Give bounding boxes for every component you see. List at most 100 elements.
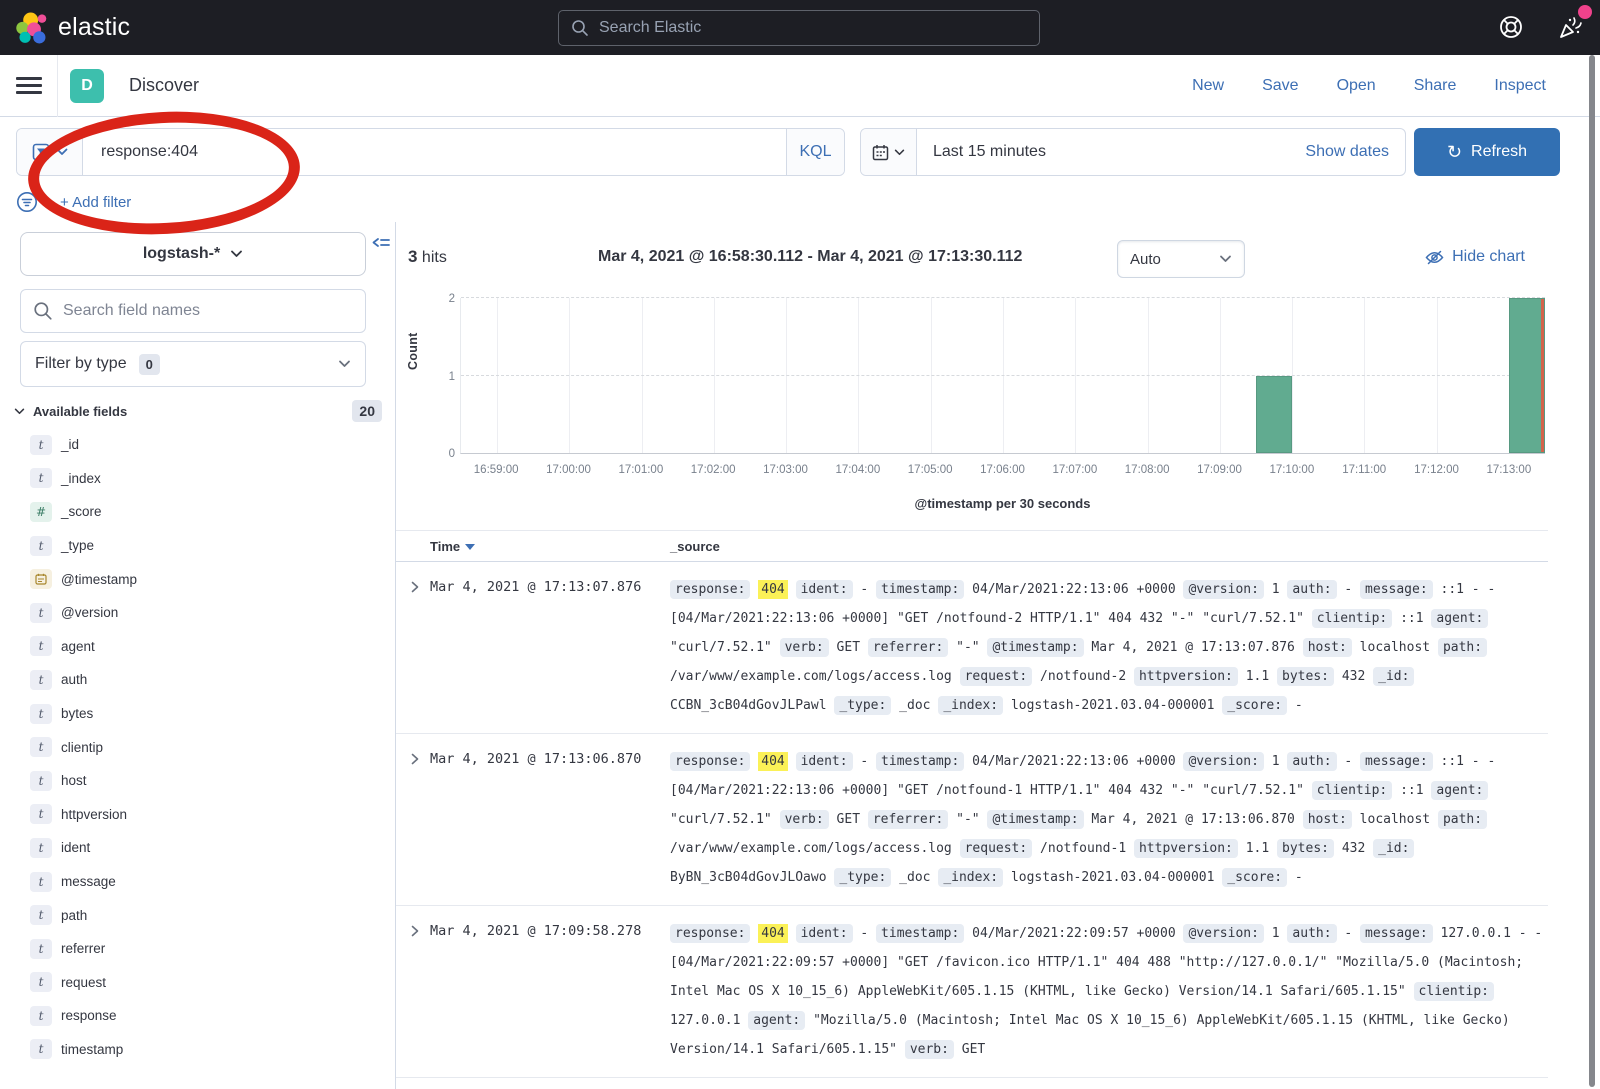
field-item-_score[interactable]: #_score <box>0 495 396 529</box>
field-item-ident[interactable]: tident <box>0 831 396 865</box>
field-item-bytes[interactable]: tbytes <box>0 697 396 731</box>
field-value: /var/www/example.com/logs/access.log <box>670 669 952 684</box>
interval-select[interactable]: Auto <box>1117 240 1245 278</box>
field-item-@timestamp[interactable]: @timestamp <box>0 562 396 596</box>
histogram-bar-17:13:00[interactable] <box>1509 298 1545 453</box>
field-value: "curl/7.52.1" <box>670 640 772 655</box>
field-item-_id[interactable]: t_id <box>0 428 396 462</box>
field-pill: response: <box>670 752 750 771</box>
nav-open-button[interactable]: Open <box>1337 77 1376 95</box>
field-name: httpversion <box>61 807 127 822</box>
field-pill: response: <box>670 924 750 943</box>
field-pill: request: <box>960 839 1033 858</box>
field-item-_index[interactable]: t_index <box>0 462 396 496</box>
field-pill: path: <box>1438 638 1487 657</box>
field-item-message[interactable]: tmessage <box>0 865 396 899</box>
field-value: logstash-2021.03.04-000001 <box>1011 870 1215 885</box>
chevron-down-icon <box>338 360 351 368</box>
field-item-host[interactable]: thost <box>0 764 396 798</box>
global-header: elastic <box>0 0 1600 55</box>
field-list: t_idt_index#_scoret_type@timestampt@vers… <box>0 428 396 1089</box>
field-item-referrer[interactable]: treferrer <box>0 932 396 966</box>
field-pill: clientip: <box>1414 982 1494 1001</box>
time-column-header[interactable]: Time <box>430 539 670 554</box>
field-search-input[interactable] <box>63 302 353 320</box>
expand-row-button[interactable] <box>396 747 430 892</box>
expand-row-button[interactable] <box>396 919 430 1064</box>
nav-inspect-button[interactable]: Inspect <box>1494 77 1546 95</box>
field-item-response[interactable]: tresponse <box>0 999 396 1033</box>
fields-sidebar: logstash-* Filter by type 0 Available fi… <box>0 222 396 1089</box>
available-fields-toggle[interactable]: Available fields 20 <box>14 400 382 422</box>
chart-plot: 012 <box>460 298 1545 454</box>
field-type-icon: t <box>30 1039 52 1059</box>
field-value: 04/Mar/2021:22:09:57 +0000 <box>972 926 1176 941</box>
field-search[interactable] <box>20 289 366 333</box>
chart-vgridline <box>1003 298 1004 453</box>
field-item-_type[interactable]: t_type <box>0 529 396 563</box>
field-item-@version[interactable]: t@version <box>0 596 396 630</box>
saved-query-menu-button[interactable] <box>17 129 83 175</box>
field-type-icon: t <box>30 1006 52 1026</box>
elastic-logo-icon <box>16 12 48 44</box>
field-value: 432 <box>1342 841 1365 856</box>
help-icon[interactable] <box>1498 14 1524 40</box>
x-tick-label: 17:06:00 <box>980 464 1025 476</box>
field-value: _doc <box>899 870 930 885</box>
filter-by-type-dropdown[interactable]: Filter by type 0 <box>20 341 366 387</box>
refresh-button[interactable]: ↻ Refresh <box>1414 128 1560 176</box>
hide-chart-button[interactable]: Hide chart <box>1425 248 1525 266</box>
field-value: /notfound-1 <box>1040 841 1126 856</box>
field-item-timestamp[interactable]: ttimestamp <box>0 1033 396 1067</box>
chart-vgridline <box>1220 298 1221 453</box>
chevron-right-icon <box>408 924 422 938</box>
calendar-icon <box>30 569 52 589</box>
field-value: GET <box>837 812 860 827</box>
field-type-icon: t <box>30 804 52 824</box>
field-item-clientip[interactable]: tclientip <box>0 730 396 764</box>
menu-icon[interactable] <box>16 73 42 98</box>
x-tick-label: 17:10:00 <box>1269 464 1314 476</box>
field-pill: auth: <box>1287 580 1336 599</box>
kql-syntax-button[interactable]: KQL <box>786 129 844 175</box>
field-value: ::1 <box>1400 783 1423 798</box>
notification-badge <box>1578 5 1592 19</box>
add-filter-button[interactable]: + Add filter <box>60 194 131 211</box>
chart-vgridline <box>1437 298 1438 453</box>
field-pill: httpversion: <box>1134 839 1238 858</box>
expand-row-button[interactable] <box>396 575 430 720</box>
field-item-httpversion[interactable]: t httpversion <box>0 798 396 832</box>
field-pill: _id: <box>1373 667 1414 686</box>
index-pattern-selector[interactable]: logstash-* <box>20 232 366 276</box>
histogram-bar-17:09:30[interactable] <box>1256 376 1292 454</box>
field-value: 1 <box>1272 582 1280 597</box>
field-pill: _score: <box>1222 868 1287 887</box>
field-pill: auth: <box>1287 924 1336 943</box>
nav-share-button[interactable]: Share <box>1414 77 1457 95</box>
news-feed-icon[interactable] <box>1556 14 1584 42</box>
field-item-auth[interactable]: tauth <box>0 663 396 697</box>
field-item-request[interactable]: trequest <box>0 966 396 1000</box>
chevron-down-icon <box>1219 255 1232 263</box>
global-search[interactable] <box>558 10 1040 46</box>
chevron-down-icon <box>14 408 25 415</box>
vertical-scrollbar[interactable] <box>1589 55 1595 1087</box>
field-item-agent[interactable]: tagent <box>0 630 396 664</box>
global-search-input[interactable] <box>599 19 1027 37</box>
field-item-path[interactable]: tpath <box>0 898 396 932</box>
time-range-value[interactable]: Last 15 minutes <box>933 143 1046 161</box>
field-pill: bytes: <box>1277 839 1334 858</box>
filter-icon[interactable] <box>16 191 38 213</box>
elastic-home-link[interactable]: elastic <box>16 12 130 44</box>
quick-select-button[interactable] <box>861 129 917 175</box>
field-pill: message: <box>1360 752 1433 771</box>
collapse-sidebar-icon[interactable] <box>372 236 390 252</box>
x-tick-label: 17:09:00 <box>1197 464 1242 476</box>
nav-new-button[interactable]: New <box>1192 77 1224 95</box>
discover-app-icon[interactable]: D <box>70 69 104 103</box>
nav-save-button[interactable]: Save <box>1262 77 1298 95</box>
field-pill: ident: <box>796 924 853 943</box>
field-type-icon: t <box>30 435 52 455</box>
query-input[interactable] <box>83 129 786 175</box>
show-dates-button[interactable]: Show dates <box>1305 143 1389 161</box>
